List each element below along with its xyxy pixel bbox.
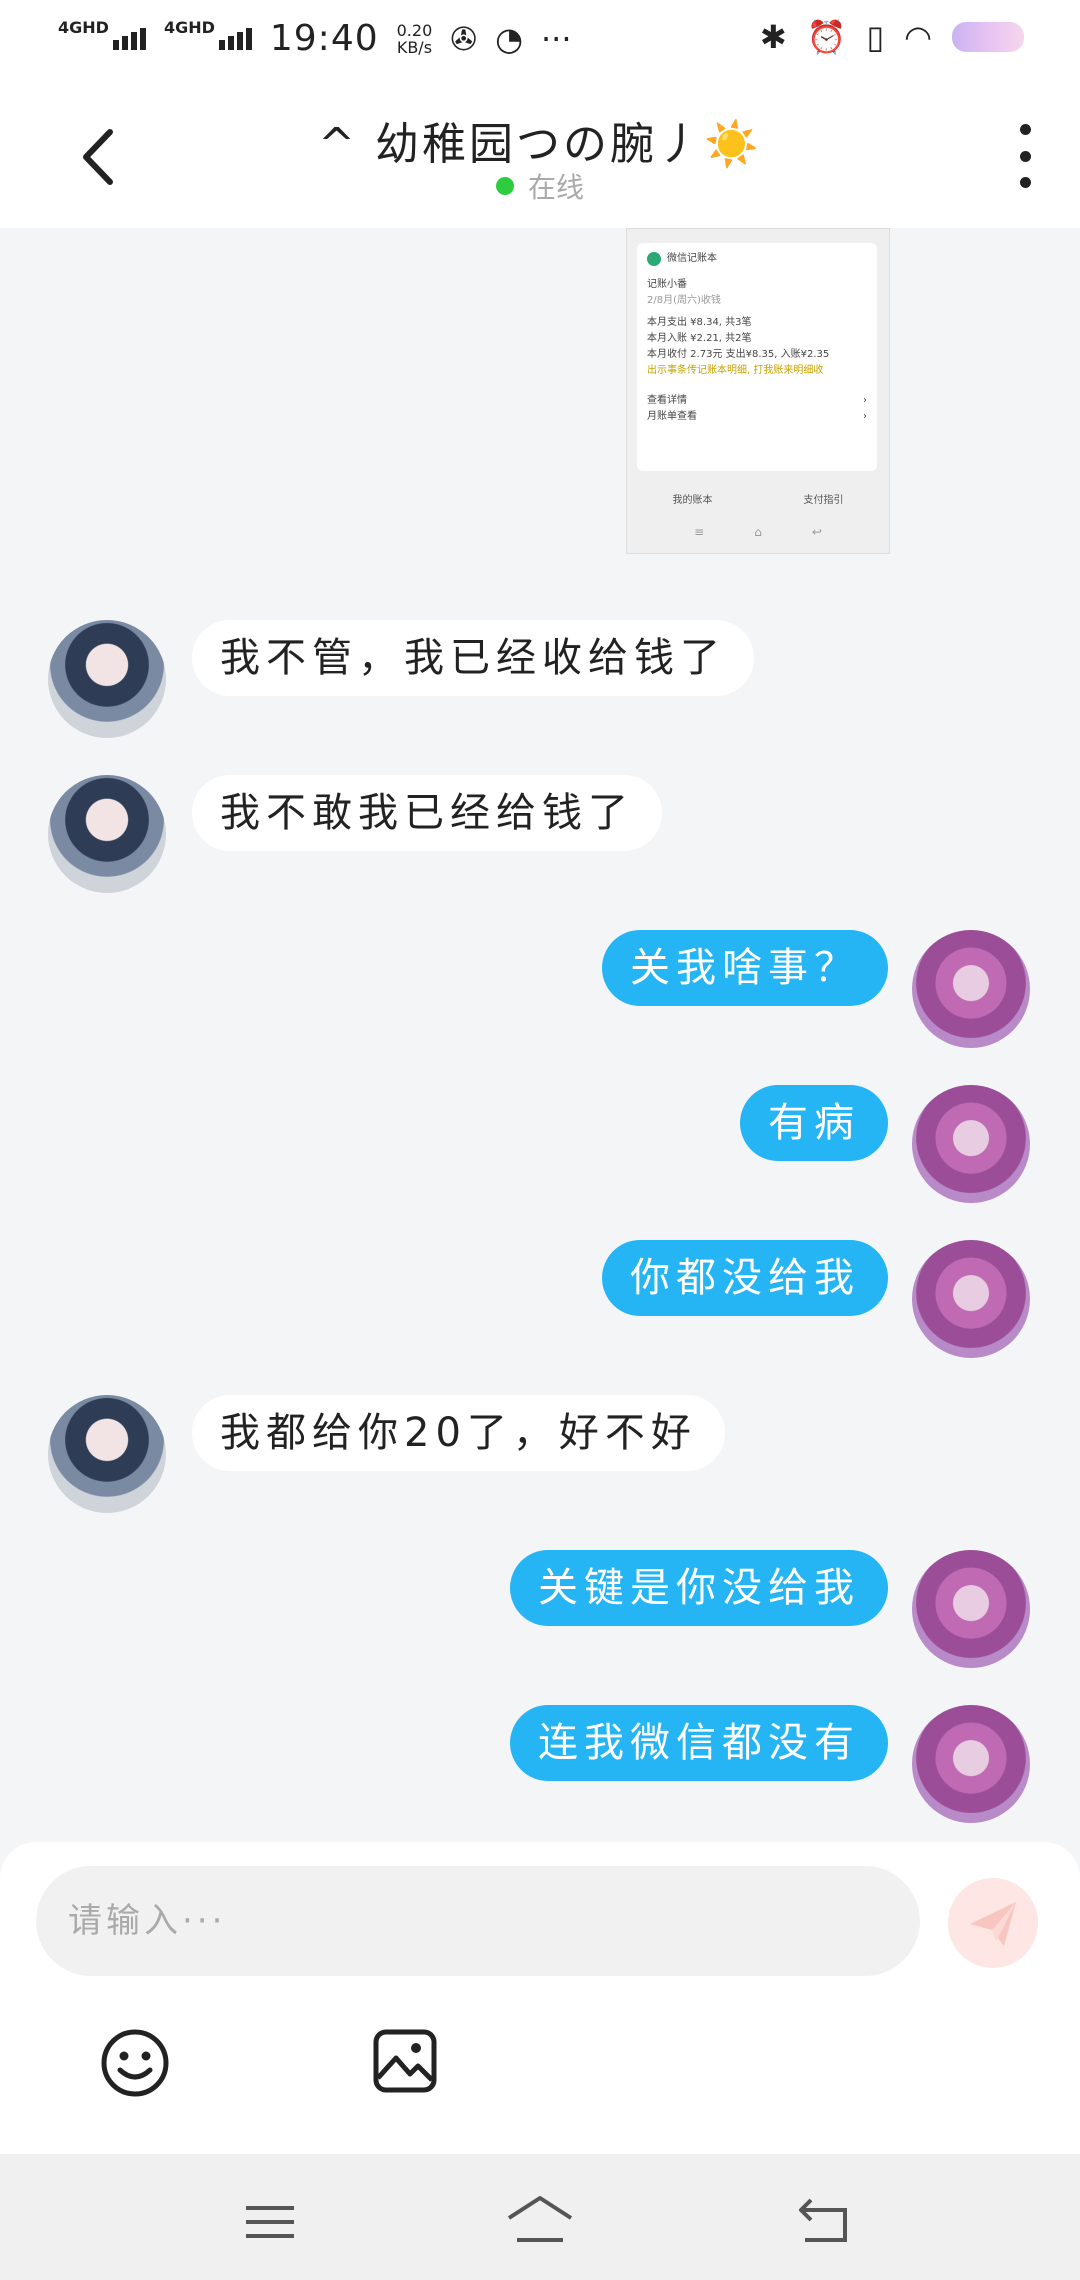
avatar-contact[interactable] [48, 620, 166, 738]
emoji-icon[interactable] [100, 2028, 170, 2098]
return-icon: ↩ [811, 525, 822, 539]
chevron-right-icon: › [863, 395, 867, 406]
ledger-card: 微信记账本 记账小番 2/8月(周六)收钱 本月支出 ¥8.34, 共3笔 本月… [637, 243, 877, 471]
avatar-self[interactable] [912, 1240, 1030, 1358]
ledger-line: 本月收付 2.73元 支出¥8.35, 入账¥2.35 [647, 349, 830, 360]
menu-icon[interactable] [240, 2192, 300, 2252]
ledger-row: 查看详情 › [647, 393, 867, 409]
image-icon[interactable] [372, 2028, 438, 2094]
avatar-self[interactable] [912, 1085, 1030, 1203]
signal-indicator-2: 4GHD [164, 19, 252, 50]
input-area [0, 1842, 1080, 2154]
ledger-row-label: 查看详情 [647, 395, 687, 406]
more-notifications: ··· [540, 19, 572, 58]
send-icon [970, 1902, 1016, 1946]
signal-bars-icon [112, 27, 146, 50]
ledger-nav: ≡ ⌂ ↩ [627, 525, 889, 539]
speed-unit: KB/s [396, 37, 433, 57]
return-icon[interactable] [795, 2192, 855, 2252]
message-bubble-sent[interactable]: 关键是你没给我 [510, 1550, 888, 1626]
message-bubble-sent[interactable]: 关我啥事？ [602, 930, 888, 1006]
system-nav-bar [0, 2154, 1080, 2280]
ledger-logo-icon [647, 252, 661, 266]
message-bubble-sent[interactable]: 连我微信都没有 [510, 1705, 888, 1781]
alarm-icon: ⏰ [806, 18, 847, 56]
vibrate-icon: ▯ [866, 18, 885, 56]
menu-icon: ≡ [694, 525, 705, 539]
ledger-line: 2/8月(周六)收钱 [647, 295, 721, 306]
send-button[interactable] [948, 1878, 1038, 1968]
speed-value: 0.20 [396, 20, 433, 40]
wifi-icon: ◠ [904, 18, 932, 56]
chat-title: ^ 幼稚园つの腕丿☀️ [318, 119, 762, 170]
bluetooth-icon: ✱ [759, 18, 787, 56]
message-bubble-received[interactable]: 我都给你20了，好不好 [192, 1395, 725, 1471]
avatar-self[interactable] [912, 1550, 1030, 1668]
network-type-1: 4GHD [58, 17, 109, 37]
ledger-app-name: 微信记账本 [667, 253, 717, 264]
ledger-btn: 支付指引 [803, 495, 844, 506]
chat-header: ^ 幼稚园つの腕丿☀️ 在线 [0, 80, 1080, 228]
avatar-self[interactable] [912, 930, 1030, 1048]
clock: 19:40 [269, 18, 379, 59]
ledger-line: 出示事条传记账本明细, 打我账来明细收 [647, 365, 824, 376]
avatar-contact[interactable] [48, 775, 166, 893]
compass-icon: ◔ [495, 19, 523, 58]
online-status-label: 在线 [527, 171, 584, 204]
ledger-line: 本月支出 ¥8.34, 共3笔 [647, 317, 752, 328]
chevron-right-icon: › [863, 411, 867, 422]
more-icon[interactable] [1010, 124, 1040, 188]
signal-indicator-1: 4GHD [58, 19, 146, 50]
pinwheel-icon: ✇ [450, 19, 478, 58]
network-speed: 0.20 KB/s [397, 22, 433, 56]
message-bubble-received[interactable]: 我不敢我已经给钱了 [192, 775, 662, 851]
online-dot-icon [495, 177, 514, 195]
home-icon[interactable] [505, 2192, 575, 2252]
home-icon: ⌂ [754, 525, 762, 539]
ledger-bottom-bar: 我的账本 支付指引 [627, 491, 889, 506]
status-bar: 4GHD 4GHD 19:40 0.20 KB/s ✇ ◔ ··· ✱ ⏰ ▯ … [0, 0, 1080, 80]
message-bubble-received[interactable]: 我不管，我已经收给钱了 [192, 620, 754, 696]
ledger-row-label: 月账单查看 [647, 411, 697, 422]
avatar-contact[interactable] [48, 1395, 166, 1513]
ledger-line: 本月入账 ¥2.21, 共2笔 [647, 333, 752, 344]
battery-icon [952, 22, 1024, 52]
ledger-btn: 我的账本 [672, 495, 713, 506]
ledger-line: 记账小番 [647, 279, 687, 290]
message-bubble-sent[interactable]: 你都没给我 [602, 1240, 888, 1316]
image-message[interactable]: 微信记账本 记账小番 2/8月(周六)收钱 本月支出 ¥8.34, 共3笔 本月… [626, 228, 890, 554]
avatar-self[interactable] [912, 1705, 1030, 1823]
signal-bars-icon [218, 27, 252, 50]
message-bubble-sent[interactable]: 有病 [740, 1085, 888, 1161]
ledger-row: 月账单查看 › [647, 409, 867, 425]
network-type-2: 4GHD [163, 17, 215, 37]
message-input[interactable] [36, 1866, 920, 1976]
online-status: 在线 [0, 166, 1080, 206]
